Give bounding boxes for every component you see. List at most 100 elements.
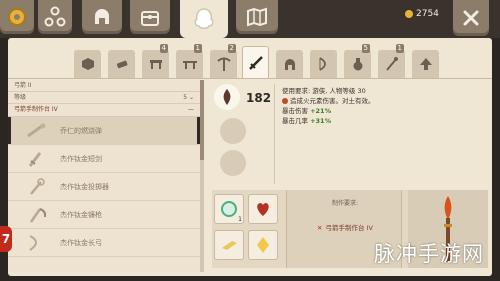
- yellow-crystal-icon: [257, 237, 269, 253]
- material-slot[interactable]: [214, 230, 244, 260]
- recipe-item[interactable]: 杰作钛金短剑: [8, 145, 200, 173]
- inventory-tab[interactable]: [130, 0, 170, 34]
- workbench-icon: [182, 61, 197, 69]
- requirement-item: ✕ 弓箭手制作台 IV: [287, 222, 403, 232]
- category-tab-upgrades[interactable]: [412, 50, 439, 78]
- recipe-item[interactable]: 乔仁的燃烧弹: [8, 117, 200, 145]
- recipe-name: 杰作钛金投掷器: [60, 182, 109, 191]
- close-button[interactable]: [453, 0, 489, 36]
- empty-slot: [220, 118, 246, 144]
- empty-slot: [220, 150, 246, 176]
- recipe-name: 杰作钛金长弓: [60, 238, 102, 247]
- recipe-item[interactable]: 杰作钛金长弓: [8, 229, 200, 257]
- crit-rate-value: +31%: [310, 117, 332, 125]
- recipe-item[interactable]: 杰作钛金投掷器: [8, 173, 200, 201]
- dagger-icon: [22, 148, 52, 170]
- selection-bracket: [8, 117, 200, 144]
- fire-bomb-icon: [223, 89, 231, 105]
- bow-icon: [319, 57, 326, 71]
- map-icon: [247, 7, 267, 27]
- gear-coins-tab[interactable]: [0, 0, 34, 34]
- element-effect: 造成火元素伤害。对土有效。: [282, 96, 375, 106]
- material-count: 1: [238, 216, 242, 223]
- filter-dropdown-label: 弓箭 II: [14, 82, 32, 89]
- category-tab-potions[interactable]: 5: [344, 44, 371, 78]
- network-icon: [44, 6, 66, 27]
- material-slot[interactable]: 1: [214, 194, 244, 224]
- recipe-list-scrollbar[interactable]: [200, 80, 204, 272]
- category-tab-staves[interactable]: 1: [378, 44, 405, 78]
- requirements-title: 制作要求:: [331, 200, 359, 207]
- detail-divider: [274, 84, 275, 184]
- longbow-icon: [22, 232, 52, 254]
- recipe-name: 杰作钛金短剑: [60, 154, 102, 163]
- material-slot[interactable]: [248, 230, 278, 260]
- element-effect-text: 造成火元素伤害。对土有效。: [290, 97, 375, 105]
- crit-damage-value: +21%: [310, 107, 332, 115]
- recipe-group-label: 弓箭手制作台 IV: [14, 106, 58, 113]
- category-tab-bows[interactable]: [310, 50, 337, 78]
- close-icon: [463, 10, 479, 26]
- recipe-name: 杰作钛金镰枪: [60, 210, 102, 219]
- helmet-icon: [284, 59, 295, 70]
- game-window: 2754 4 1 2 5 1 弓箭 II 等级 5 ⌄ 弓箭手制作台 IV — …: [0, 0, 500, 281]
- staff-icon: [385, 57, 398, 71]
- category-tab-ranged[interactable]: [108, 50, 135, 78]
- x-icon: ✕: [317, 224, 323, 232]
- crit-damage-label: 暴击伤害: [282, 107, 308, 115]
- category-tab-weapons[interactable]: [242, 46, 269, 78]
- crafting-tab[interactable]: [180, 0, 228, 38]
- gold-bar-icon: [222, 241, 237, 250]
- category-tab-blocks[interactable]: [74, 50, 101, 78]
- category-badge: 1: [193, 44, 202, 53]
- scythe-icon: [22, 204, 52, 226]
- sword-icon: [248, 55, 263, 70]
- category-badge: 2: [227, 44, 236, 53]
- recipe-item[interactable]: 杰作钛金镰枪: [8, 201, 200, 229]
- requirement-name: 弓箭手制作台 IV: [325, 224, 373, 232]
- helmet-icon: [95, 9, 109, 24]
- scrollbar-thumb[interactable]: [200, 80, 204, 160]
- item-power: 182: [246, 91, 272, 105]
- table-icon: [149, 60, 162, 69]
- tab-divider: [8, 78, 492, 79]
- category-tab-tools[interactable]: 2: [210, 44, 237, 78]
- crit-rate: 暴击几率 +31%: [282, 116, 375, 126]
- crit-damage: 暴击伤害 +21%: [282, 106, 375, 116]
- equipment-tab[interactable]: [82, 0, 122, 34]
- crafting-ghost-icon: [194, 8, 214, 29]
- crossbow-icon: [116, 60, 127, 69]
- item-slot: [214, 84, 240, 110]
- category-tab-armor[interactable]: [276, 50, 303, 78]
- recipe-list: 弓箭 II 等级 5 ⌄ 弓箭手制作台 IV — 乔仁的燃烧弹 杰作钛金短剑 杰…: [8, 80, 200, 272]
- map-tab[interactable]: [236, 0, 278, 34]
- pickaxe-icon: [216, 57, 231, 71]
- item-stats: 使用要求: 游侠, 人物等级 30 造成火元素伤害。对土有效。 暴击伤害 +21…: [282, 86, 375, 126]
- filter-dropdown[interactable]: 弓箭 II: [8, 80, 200, 92]
- material-slot[interactable]: [248, 194, 278, 224]
- fire-element-icon: [282, 98, 288, 104]
- block-icon: [81, 58, 94, 70]
- coin-counter: 2754: [405, 9, 439, 19]
- level-dropdown-label: 等级: [14, 94, 27, 101]
- level-dropdown-value: 5 ⌄: [183, 94, 194, 101]
- green-gem-icon: [221, 201, 237, 217]
- side-notification-tab[interactable]: 7: [0, 226, 12, 252]
- recipe-group-header[interactable]: 弓箭手制作台 IV —: [8, 104, 200, 117]
- potion-icon: [353, 58, 362, 71]
- gear-coins-icon: [8, 8, 26, 26]
- coin-icon: [405, 10, 413, 18]
- level-dropdown[interactable]: 等级 5 ⌄: [8, 92, 200, 104]
- category-tab-furniture[interactable]: 4: [142, 44, 169, 78]
- thrower-icon: [22, 176, 52, 198]
- top-menu-bar: 2754: [0, 0, 500, 38]
- network-tab[interactable]: [38, 0, 72, 34]
- crit-rate-label: 暴击几率: [282, 117, 308, 125]
- category-tab-stations[interactable]: 1: [176, 44, 203, 78]
- watermark: 脉冲手游网: [374, 242, 484, 266]
- category-badge: 1: [395, 44, 404, 53]
- category-badge: 5: [361, 44, 370, 53]
- level-dropdown-count: 5: [183, 94, 188, 101]
- coin-amount: 2754: [416, 9, 439, 19]
- category-badge: 4: [159, 44, 168, 53]
